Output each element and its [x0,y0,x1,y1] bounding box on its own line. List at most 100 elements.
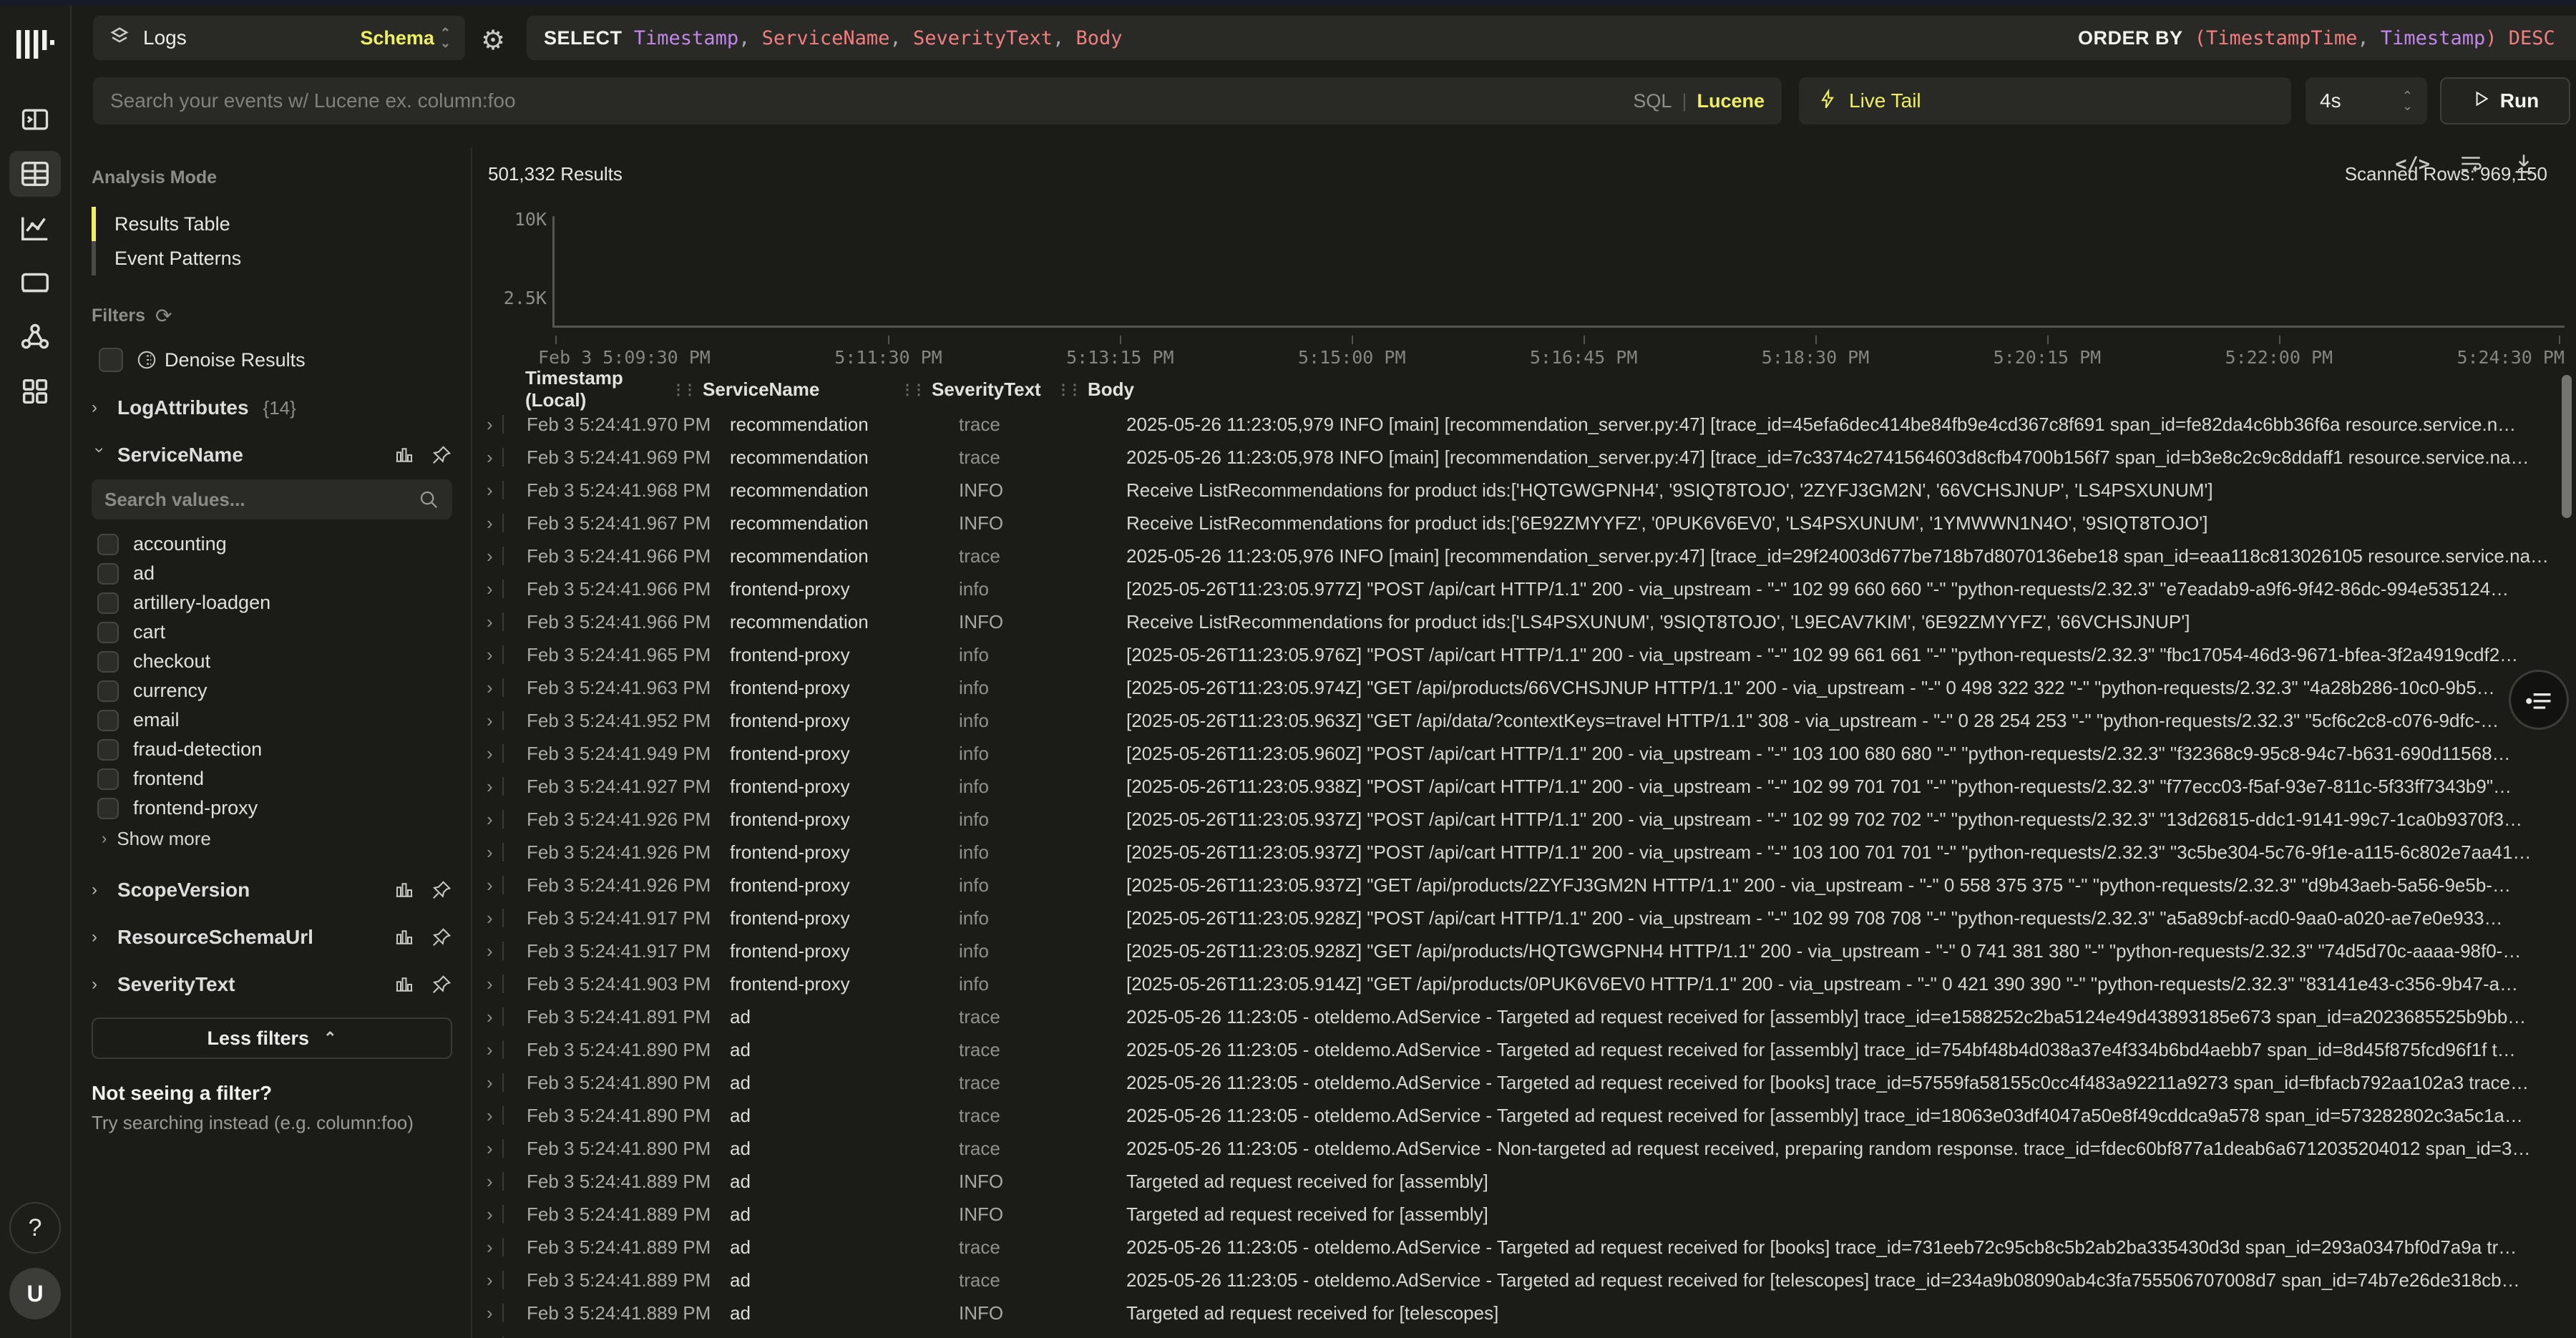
column-header-severitytext[interactable]: ⋮⋮ SeverityText [889,379,1056,401]
live-tail-button[interactable]: Live Tail [1799,77,2291,124]
bar-chart-icon[interactable] [394,879,415,901]
filter-value-ad[interactable]: ad [92,559,452,588]
checkbox[interactable] [97,622,119,643]
table-row[interactable]: ›Feb 3 5:24:41.926 PMfrontend-proxyinfo[… [474,869,2576,902]
filter-group-scopeversion[interactable]: ›ScopeVersion [92,879,452,902]
column-header-body[interactable]: ⋮⋮ Body [1056,379,1134,401]
expand-row-icon[interactable]: › [474,414,502,436]
table-row[interactable]: ›Feb 3 5:24:41.968 PMrecommendationINFOR… [474,474,2576,507]
schema-selector[interactable]: Schema ⌃⌄ [360,27,451,49]
floating-options-button[interactable] [2509,670,2569,730]
filter-value-accounting[interactable]: accounting [92,529,452,559]
checkbox[interactable] [97,768,119,790]
expand-row-icon[interactable]: › [474,1039,502,1061]
expand-row-icon[interactable]: › [474,1269,502,1291]
expand-row-icon[interactable]: › [474,611,502,633]
source-selector[interactable]: Logs Schema ⌃⌄ [93,16,465,60]
expand-row-icon[interactable]: › [474,677,502,699]
sidebar-item-chart-explorer[interactable] [9,205,61,251]
expand-row-icon[interactable]: › [474,1302,502,1324]
filter-value-frontend[interactable]: frontend [92,764,452,793]
results-histogram[interactable]: 10K 2.5K Feb 3 5:09:30 PM5:11:30 PM5:13:… [488,203,2565,368]
expand-row-icon[interactable]: › [474,710,502,732]
table-row[interactable]: ›Feb 3 5:24:41.889 PMadINFOTargeted ad r… [474,1329,2576,1338]
table-row[interactable]: ›Feb 3 5:24:41.927 PMfrontend-proxyinfo[… [474,770,2576,803]
chart-plot[interactable] [552,216,2565,328]
table-row[interactable]: ›Feb 3 5:24:41.967 PMrecommendationINFOR… [474,507,2576,539]
table-scrollbar[interactable] [2562,375,2572,690]
expand-row-icon[interactable]: › [474,446,502,469]
expand-row-icon[interactable]: › [474,1006,502,1028]
expand-row-icon[interactable]: › [474,1072,502,1094]
bar-chart-icon[interactable] [394,444,415,466]
expand-row-icon[interactable]: › [474,1236,502,1259]
table-row[interactable]: ›Feb 3 5:24:41.889 PMadtrace2025-05-26 1… [474,1231,2576,1264]
table-row[interactable]: ›Feb 3 5:24:41.917 PMfrontend-proxyinfo[… [474,902,2576,934]
bar-chart-icon[interactable] [394,974,415,995]
filter-group-logattributes[interactable]: › LogAttributes {14} [92,396,452,419]
wrap-lines-icon[interactable] [2459,152,2483,176]
expand-row-icon[interactable]: › [474,907,502,929]
expand-row-icon[interactable]: › [474,1203,502,1226]
scrollbar-thumb[interactable] [2562,375,2572,518]
table-row[interactable]: ›Feb 3 5:24:41.963 PMfrontend-proxyinfo[… [474,671,2576,704]
code-view-icon[interactable]: </> [2395,153,2430,175]
sidebar-item-service-map[interactable] [9,314,61,360]
help-button[interactable]: ? [9,1202,61,1254]
filter-value-checkout[interactable]: checkout [92,647,452,676]
checkbox[interactable] [97,563,119,585]
expand-row-icon[interactable]: › [474,743,502,765]
mode-results-table[interactable]: Results Table [92,207,452,241]
table-row[interactable]: ›Feb 3 5:24:41.890 PMadtrace2025-05-26 1… [474,1132,2576,1165]
pin-icon[interactable] [431,444,452,466]
refresh-filters-icon[interactable]: ⟳ [155,304,172,328]
pin-icon[interactable] [431,974,452,995]
table-row[interactable]: ›Feb 3 5:24:41.966 PMfrontend-proxyinfo[… [474,572,2576,605]
refresh-interval-select[interactable]: 4s ⌃⌄ [2306,77,2427,124]
table-row[interactable]: ›Feb 3 5:24:41.889 PMadINFOTargeted ad r… [474,1198,2576,1231]
expand-row-icon[interactable]: › [474,874,502,897]
show-more-button[interactable]: › Show more [92,823,452,854]
expand-row-icon[interactable]: › [474,545,502,567]
column-header-timestamp[interactable]: Timestamp (Local) [474,371,660,411]
expand-row-icon[interactable]: › [474,809,502,831]
expand-row-icon[interactable]: › [474,940,502,962]
pin-icon[interactable] [431,879,452,901]
table-row[interactable]: ›Feb 3 5:24:41.891 PMadtrace2025-05-26 1… [474,1000,2576,1033]
expand-row-icon[interactable]: › [474,1105,502,1127]
denoise-checkbox[interactable] [99,348,123,372]
table-row[interactable]: ›Feb 3 5:24:41.969 PMrecommendationtrace… [474,441,2576,474]
drag-handle-icon[interactable]: ⋮⋮ [1056,381,1079,398]
gear-icon[interactable]: ⚙ [481,24,505,57]
select-query-input[interactable]: SELECT Timestamp, ServiceName, SeverityT… [527,16,2107,60]
sidebar-item-dashboards[interactable] [9,260,61,306]
expand-row-icon[interactable]: › [474,1171,502,1193]
checkbox[interactable] [97,651,119,673]
filter-value-fraud-detection[interactable]: fraud-detection [92,735,452,764]
search-bar[interactable]: Search your events w/ Lucene ex. column:… [93,77,1782,124]
drag-handle-icon[interactable]: ⋮⋮ [671,381,694,398]
expand-row-icon[interactable]: › [474,1138,502,1160]
checkbox[interactable] [97,592,119,614]
filter-group-resourceschemaurl[interactable]: ›ResourceSchemaUrl [92,926,452,949]
table-row[interactable]: ›Feb 3 5:24:41.926 PMfrontend-proxyinfo[… [474,803,2576,836]
mode-lucene[interactable]: Lucene [1697,90,1765,112]
filter-group-severitytext[interactable]: ›SeverityText [92,973,452,996]
expand-row-icon[interactable]: › [474,479,502,502]
table-row[interactable]: ›Feb 3 5:24:41.890 PMadtrace2025-05-26 1… [474,1033,2576,1066]
user-avatar[interactable]: U [9,1268,61,1319]
table-row[interactable]: ›Feb 3 5:24:41.952 PMfrontend-proxyinfo[… [474,704,2576,737]
table-row[interactable]: ›Feb 3 5:24:41.889 PMadINFOTargeted ad r… [474,1297,2576,1329]
table-row[interactable]: ›Feb 3 5:24:41.903 PMfrontend-proxyinfo[… [474,967,2576,1000]
less-filters-button[interactable]: Less filters ⌃ [92,1017,452,1059]
table-row[interactable]: ›Feb 3 5:24:41.889 PMadINFOTargeted ad r… [474,1165,2576,1198]
table-row[interactable]: ›Feb 3 5:24:41.917 PMfrontend-proxyinfo[… [474,934,2576,967]
table-row[interactable]: ›Feb 3 5:24:41.970 PMrecommendationtrace… [474,408,2576,441]
run-button[interactable]: Run [2440,77,2570,124]
query-language-toggle[interactable]: SQL | Lucene [1633,90,1765,112]
filter-value-email[interactable]: email [92,705,452,735]
table-row[interactable]: ›Feb 3 5:24:41.966 PMrecommendationtrace… [474,539,2576,572]
expand-row-icon[interactable]: › [474,776,502,798]
filter-value-currency[interactable]: currency [92,676,452,705]
sidebar-item-search-logs[interactable] [9,151,61,197]
